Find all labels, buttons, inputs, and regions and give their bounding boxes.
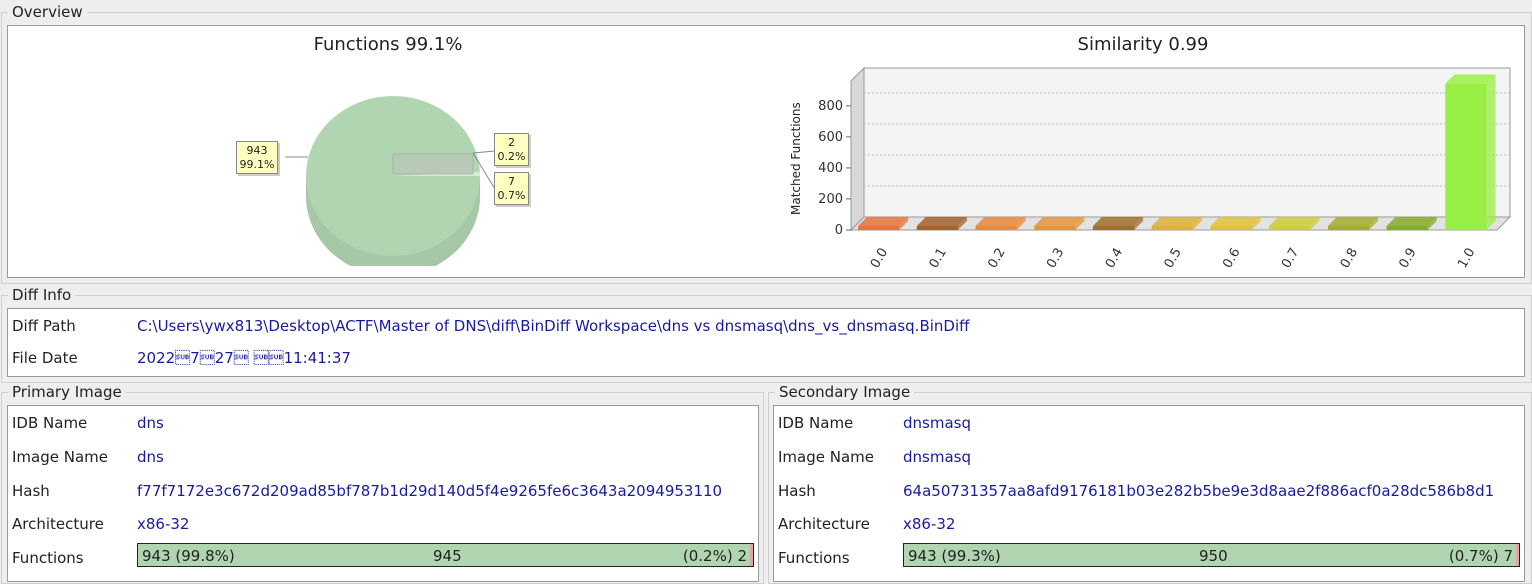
pie-callout-943-pct: 99.1% (239, 158, 275, 171)
pie-callout-943-count: 943 (246, 144, 268, 157)
bar-0.2 (975, 226, 1017, 230)
primary-idb-value: dns (137, 414, 164, 432)
primary-hash-label: Hash (12, 482, 50, 500)
bar-0.6 (1210, 226, 1252, 230)
bar-x-tick-label: 1.0 (1455, 246, 1478, 271)
bar-side-1.0 (1486, 74, 1496, 230)
bar-y-tick-label: 600 (818, 130, 843, 145)
primary-image-name-value: dns (137, 448, 164, 466)
bar-y-tick-label: 400 (818, 161, 843, 176)
primary-architecture-value: x86-32 (137, 515, 190, 533)
pie-callout-943: 943 99.1% (236, 141, 278, 174)
bar-x-tick-label: 0.4 (1103, 246, 1126, 271)
pie-callout-2: 2 0.2% (494, 133, 529, 166)
secondary-architecture-value: x86-32 (903, 515, 956, 533)
primary-functions-total: 945 (433, 547, 462, 565)
pie-callout-7: 7 0.7% (494, 172, 529, 205)
bar-0.9 (1386, 226, 1428, 230)
bar-x-tick-label: 0.9 (1396, 246, 1419, 271)
primary-image-title: Primary Image (8, 383, 126, 401)
secondary-image-name-value: dnsmasq (903, 448, 971, 466)
overview-panel: Functions 99.1% 943 99.1% 2 0.2% 7 0.7% … (7, 25, 1525, 278)
overview-title: Overview (8, 3, 87, 21)
bar-0.5 (1151, 226, 1193, 230)
bar-y-tick-label: 800 (818, 99, 843, 114)
bar-0.0 (858, 226, 900, 230)
secondary-hash-label: Hash (778, 482, 816, 500)
bar-back-wall (863, 67, 1511, 218)
bar-x-tick-label: 0.7 (1279, 246, 1302, 271)
primary-architecture-label: Architecture (12, 515, 104, 533)
primary-functions-matched: 943 (99.8%) (142, 547, 235, 565)
primary-functions-label: Functions (12, 549, 84, 567)
primary-functions-unmatched: (0.2%) 2 (682, 547, 747, 565)
leader-line-2 (472, 150, 496, 154)
secondary-idb-value: dnsmasq (903, 414, 971, 432)
bar-x-tick-label: 0.2 (985, 246, 1008, 271)
secondary-functions-bar: 943 (99.3%) 950 (0.7%) 7 (903, 543, 1520, 567)
pie-callout-7-pct: 0.7% (497, 189, 526, 202)
bar-x-tick-label: 0.5 (1162, 246, 1185, 271)
bar-0.4 (1092, 226, 1135, 230)
pie-chart (285, 96, 496, 266)
secondary-image-panel: IDB Name dnsmasq Image Name dnsmasq Hash… (773, 405, 1525, 582)
bar-x-tick-label: 0.8 (1338, 246, 1361, 271)
secondary-hash-value: 64a50731357aa8afd9176181b03e282b5be9e3d8… (903, 482, 1495, 500)
bar-1.0 (1445, 83, 1487, 230)
secondary-idb-label: IDB Name (778, 414, 854, 432)
diff-info-panel: Diff Path C:\Users\ywx813\Desktop\ACTF\M… (7, 308, 1525, 377)
bar-x-tick-label: 0.3 (1044, 246, 1067, 271)
file-date-label: File Date (12, 349, 78, 367)
primary-hash-value: f77f7172e3c672d209ad85bf787b1d29d140d5f4… (137, 482, 723, 500)
primary-functions-unmatched-segment (750, 544, 753, 566)
secondary-image-name-label: Image Name (778, 448, 874, 466)
pie-callout-7-count: 7 (508, 175, 515, 188)
primary-idb-label: IDB Name (12, 414, 88, 432)
bar-0.8 (1327, 226, 1369, 230)
diff-info-title: Diff Info (8, 286, 76, 304)
pie-slice-7-side (392, 153, 474, 175)
secondary-functions-label: Functions (778, 549, 850, 567)
primary-functions-bar: 943 (99.8%) 945 (0.2%) 2 (137, 543, 754, 567)
secondary-architecture-label: Architecture (778, 515, 870, 533)
bar-0.7 (1269, 226, 1311, 230)
diff-path-value: C:\Users\ywx813\Desktop\ACTF\Master of D… (137, 317, 970, 335)
bar-left-wall (850, 66, 865, 232)
bar-0.3 (1034, 226, 1076, 230)
file-date-value: 2022727 11:41:37 (137, 349, 351, 367)
bar-chart: Matched Functions 0 200 400 600 800 0.0 0.1 0.2… (789, 66, 1512, 271)
secondary-functions-unmatched-segment (1516, 544, 1519, 566)
secondary-functions-unmatched: (0.7%) 7 (1448, 547, 1513, 565)
bar-x-tick-label: 0.0 (868, 246, 891, 271)
secondary-functions-matched: 943 (99.3%) (908, 547, 1001, 565)
bar-x-tick-label: 0.1 (927, 246, 950, 271)
pie-callout-2-count: 2 (508, 136, 515, 149)
pie-callout-2-pct: 0.2% (497, 150, 526, 163)
primary-image-name-label: Image Name (12, 448, 108, 466)
diff-path-label: Diff Path (12, 317, 76, 335)
bar-y-axis-label: Matched Functions (789, 102, 803, 215)
bar-y-tick-label: 200 (818, 192, 843, 207)
bar-0.1 (916, 226, 958, 230)
bar-x-tick-label: 0.6 (1220, 246, 1243, 271)
secondary-image-title: Secondary Image (775, 383, 915, 401)
primary-image-panel: IDB Name dns Image Name dns Hash f77f717… (7, 405, 759, 582)
secondary-functions-total: 950 (1199, 547, 1228, 565)
bar-y-tick-label: 0 (835, 223, 843, 238)
